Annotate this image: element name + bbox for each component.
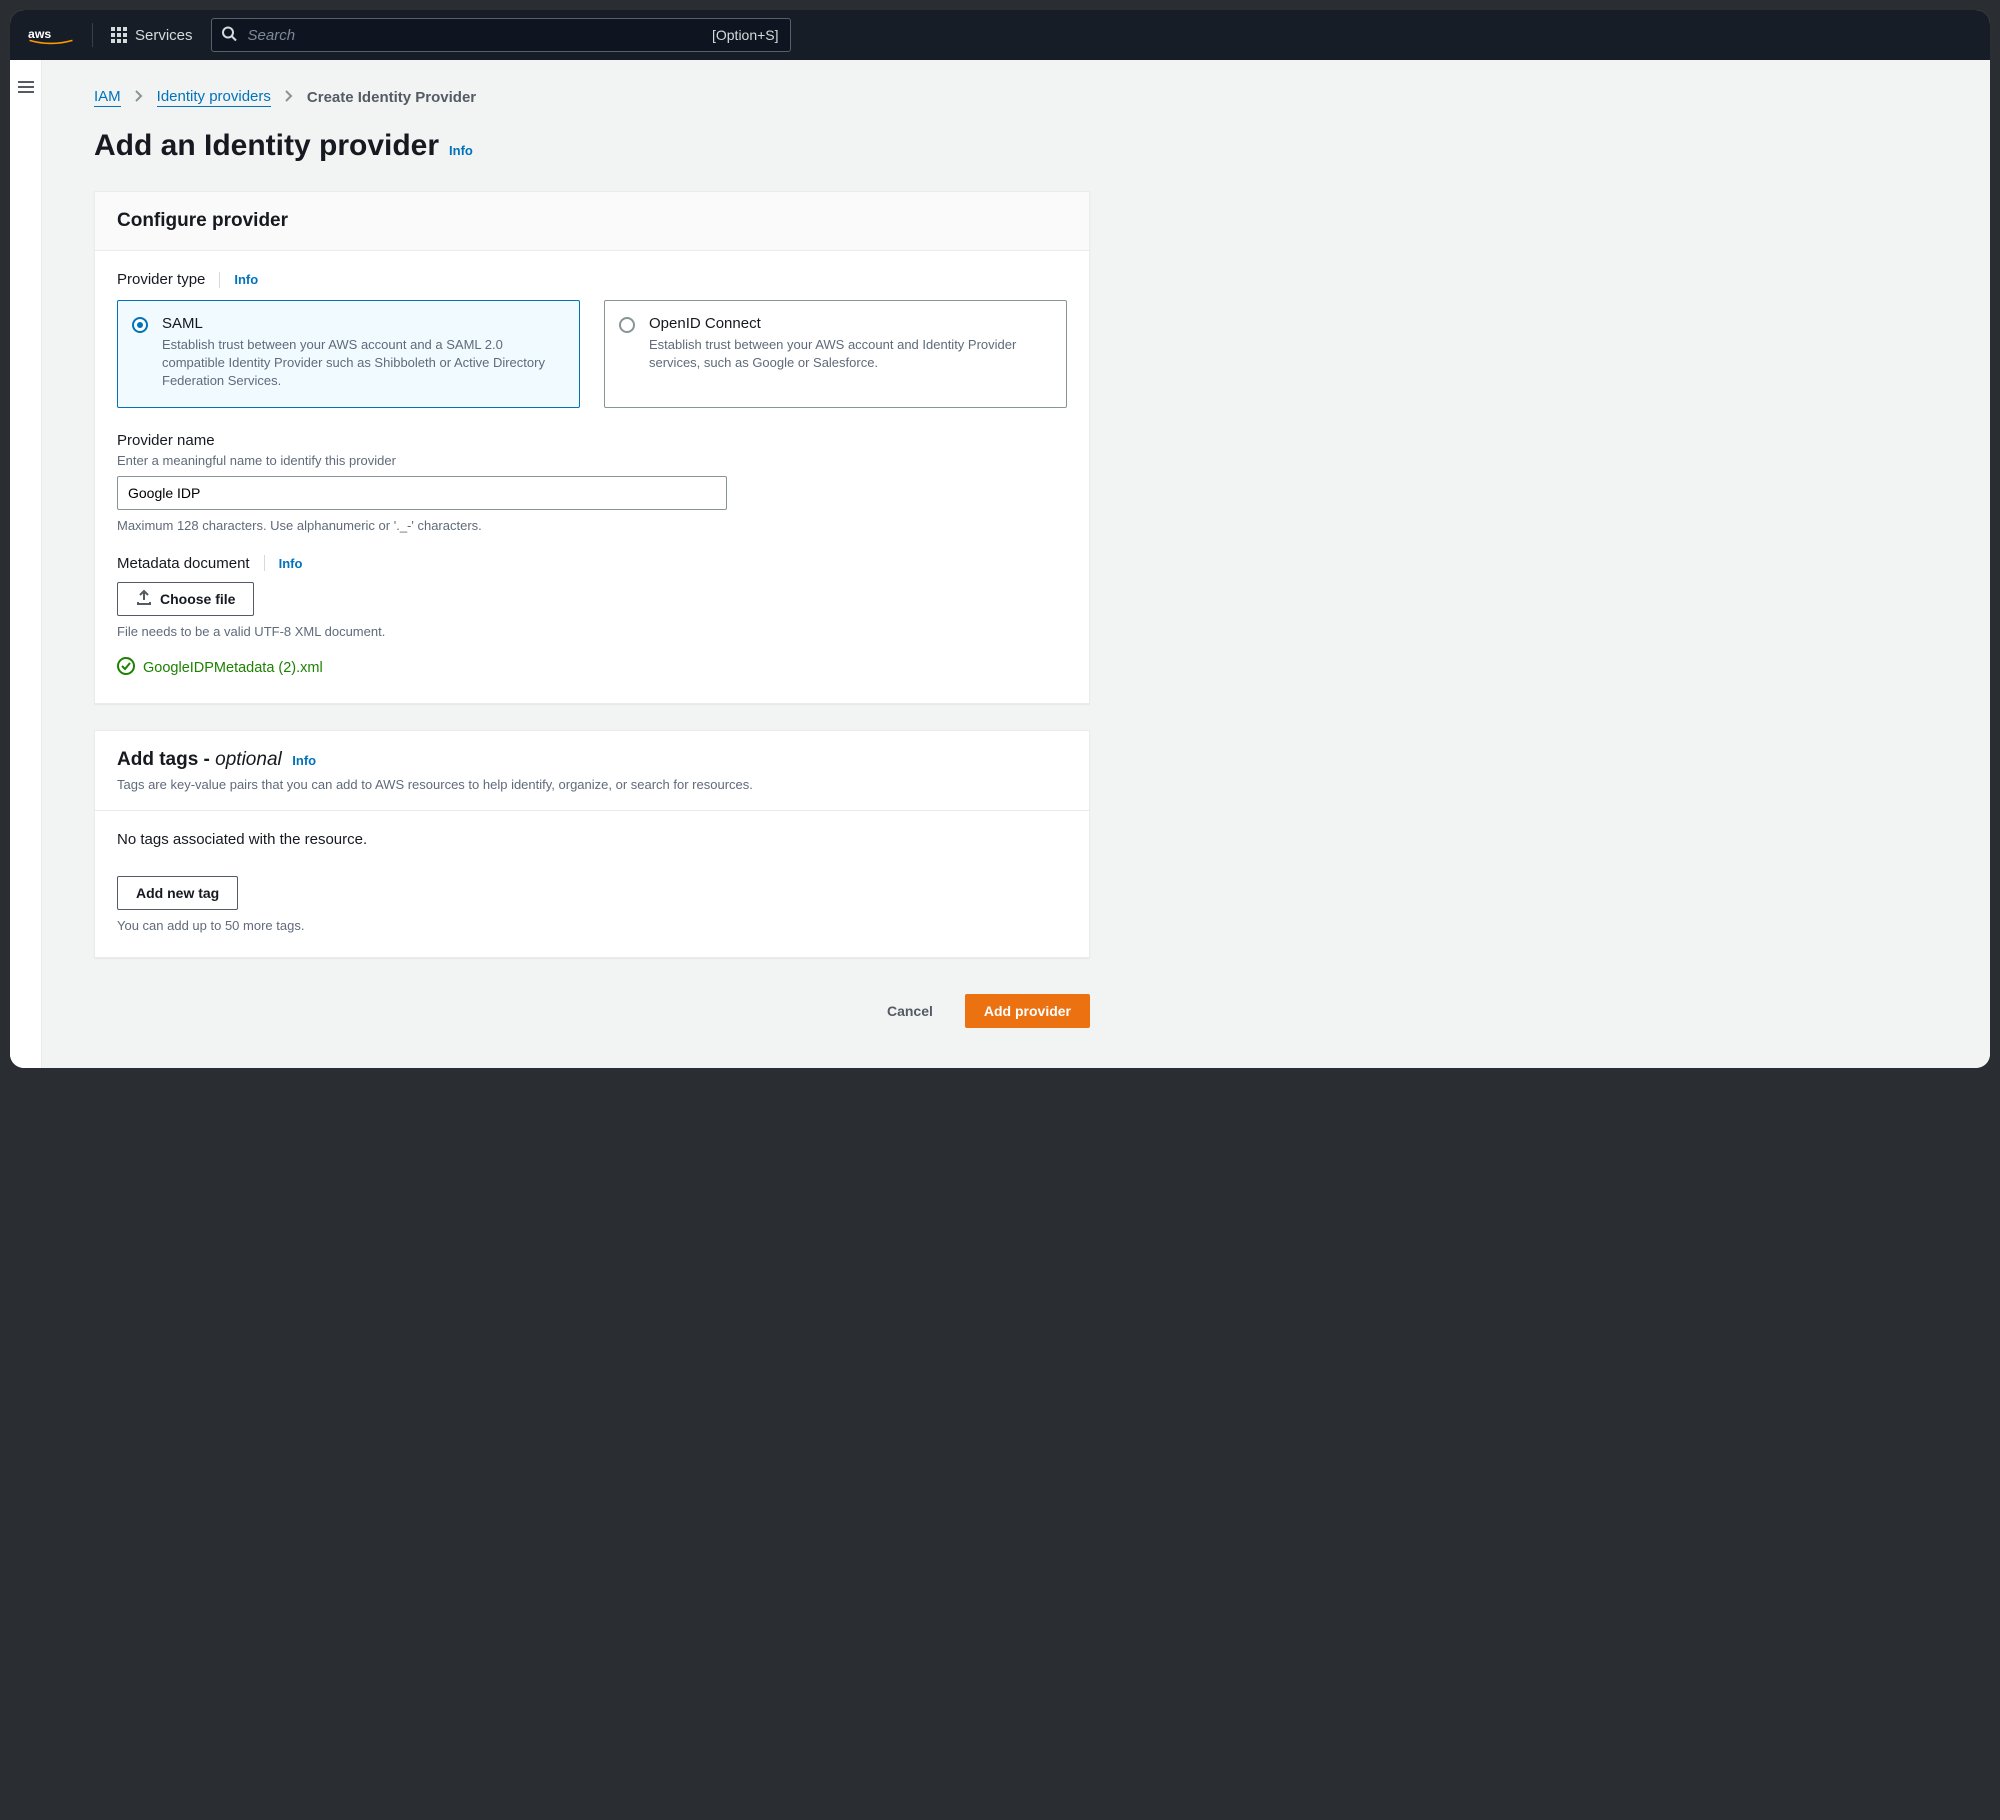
actions-row: Cancel Add provider	[220, 984, 1090, 1028]
services-label: Services	[135, 27, 193, 44]
top-nav: aws Services [Option+S]	[10, 10, 1990, 60]
info-link[interactable]: Info	[292, 753, 316, 768]
breadcrumb: IAM Identity providers Create Identity P…	[94, 88, 1090, 107]
radio-icon	[619, 317, 635, 333]
provider-name-constraint: Maximum 128 characters. Use alphanumeric…	[117, 518, 1067, 533]
panel-header: Configure provider	[95, 192, 1089, 251]
provider-type-options: SAML Establish trust between your AWS ac…	[117, 300, 1067, 408]
choose-file-label: Choose file	[160, 591, 235, 607]
radio-desc: Establish trust between your AWS account…	[162, 336, 563, 391]
cancel-label: Cancel	[887, 1003, 933, 1019]
page-title: Add an Identity provider	[94, 129, 439, 163]
app-window: aws Services [Option+S] IAM	[10, 10, 1990, 1068]
search-shortcut: [Option+S]	[712, 27, 779, 43]
breadcrumb-current: Create Identity Provider	[307, 89, 476, 106]
left-rail	[10, 60, 42, 1068]
tags-body: No tags associated with the resource. Ad…	[95, 811, 1089, 957]
radio-desc: Establish trust between your AWS account…	[649, 336, 1050, 372]
svg-text:aws: aws	[28, 27, 51, 41]
choose-file-button[interactable]: Choose file	[117, 582, 254, 616]
uploaded-file-status: GoogleIDPMetadata (2).xml	[117, 657, 1067, 679]
tags-header: Add tags - optional Info Tags are key-va…	[95, 731, 1089, 811]
add-new-tag-button[interactable]: Add new tag	[117, 876, 238, 910]
search-input[interactable]	[211, 18, 791, 52]
upload-icon	[136, 589, 152, 608]
chevron-right-icon	[283, 89, 295, 106]
search-container: [Option+S]	[211, 18, 791, 52]
uploaded-file-name: GoogleIDPMetadata (2).xml	[143, 660, 323, 676]
add-tag-label: Add new tag	[136, 885, 219, 901]
provider-type-label-row: Provider type Info	[117, 271, 1067, 288]
breadcrumb-iam[interactable]: IAM	[94, 88, 121, 107]
check-circle-icon	[117, 657, 135, 679]
search-icon	[221, 26, 237, 45]
tags-title: Add tags - optional Info	[117, 749, 1067, 771]
panel-title: Configure provider	[117, 210, 1067, 232]
nav-divider	[92, 23, 93, 47]
tags-panel: Add tags - optional Info Tags are key-va…	[94, 730, 1090, 958]
info-link[interactable]: Info	[449, 143, 473, 158]
metadata-field: Metadata document Info Choose file File …	[117, 555, 1067, 679]
menu-toggle-icon[interactable]	[10, 81, 41, 93]
tags-title-optional: optional	[215, 749, 282, 770]
main-content: IAM Identity providers Create Identity P…	[42, 60, 1142, 1068]
radio-saml[interactable]: SAML Establish trust between your AWS ac…	[117, 300, 580, 408]
metadata-hint: File needs to be a valid UTF-8 XML docum…	[117, 624, 1067, 639]
provider-name-field: Provider name Enter a meaningful name to…	[117, 432, 1067, 533]
radio-title: SAML	[162, 315, 563, 332]
tags-title-prefix: Add tags -	[117, 749, 215, 770]
actions-container: Cancel Add provider	[94, 984, 1090, 1028]
tags-subtitle: Tags are key-value pairs that you can ad…	[117, 777, 1067, 792]
info-link[interactable]: Info	[279, 556, 303, 571]
add-provider-label: Add provider	[984, 1003, 1071, 1019]
breadcrumb-identity-providers[interactable]: Identity providers	[157, 88, 271, 107]
radio-title: OpenID Connect	[649, 315, 1050, 332]
radio-icon	[132, 317, 148, 333]
label-divider	[219, 272, 220, 288]
chevron-right-icon	[133, 89, 145, 106]
tags-empty-message: No tags associated with the resource.	[117, 831, 1067, 848]
page-title-row: Add an Identity provider Info	[94, 129, 1090, 163]
tags-limit-hint: You can add up to 50 more tags.	[117, 918, 1067, 933]
add-provider-button[interactable]: Add provider	[965, 994, 1090, 1028]
metadata-label: Metadata document	[117, 555, 250, 572]
label-divider	[264, 555, 265, 571]
panel-body: Provider type Info SAML Establish trust …	[95, 251, 1089, 703]
body: IAM Identity providers Create Identity P…	[10, 60, 1990, 1068]
provider-name-hint: Enter a meaningful name to identify this…	[117, 453, 1067, 468]
provider-name-label: Provider name	[117, 432, 1067, 449]
provider-name-input[interactable]	[117, 476, 727, 510]
cancel-button[interactable]: Cancel	[869, 994, 951, 1028]
configure-provider-panel: Configure provider Provider type Info SA…	[94, 191, 1090, 704]
aws-logo[interactable]: aws	[28, 23, 74, 47]
services-menu[interactable]: Services	[111, 27, 193, 44]
provider-type-label: Provider type	[117, 271, 205, 288]
info-link[interactable]: Info	[234, 272, 258, 287]
grid-icon	[111, 27, 127, 43]
radio-openid[interactable]: OpenID Connect Establish trust between y…	[604, 300, 1067, 408]
